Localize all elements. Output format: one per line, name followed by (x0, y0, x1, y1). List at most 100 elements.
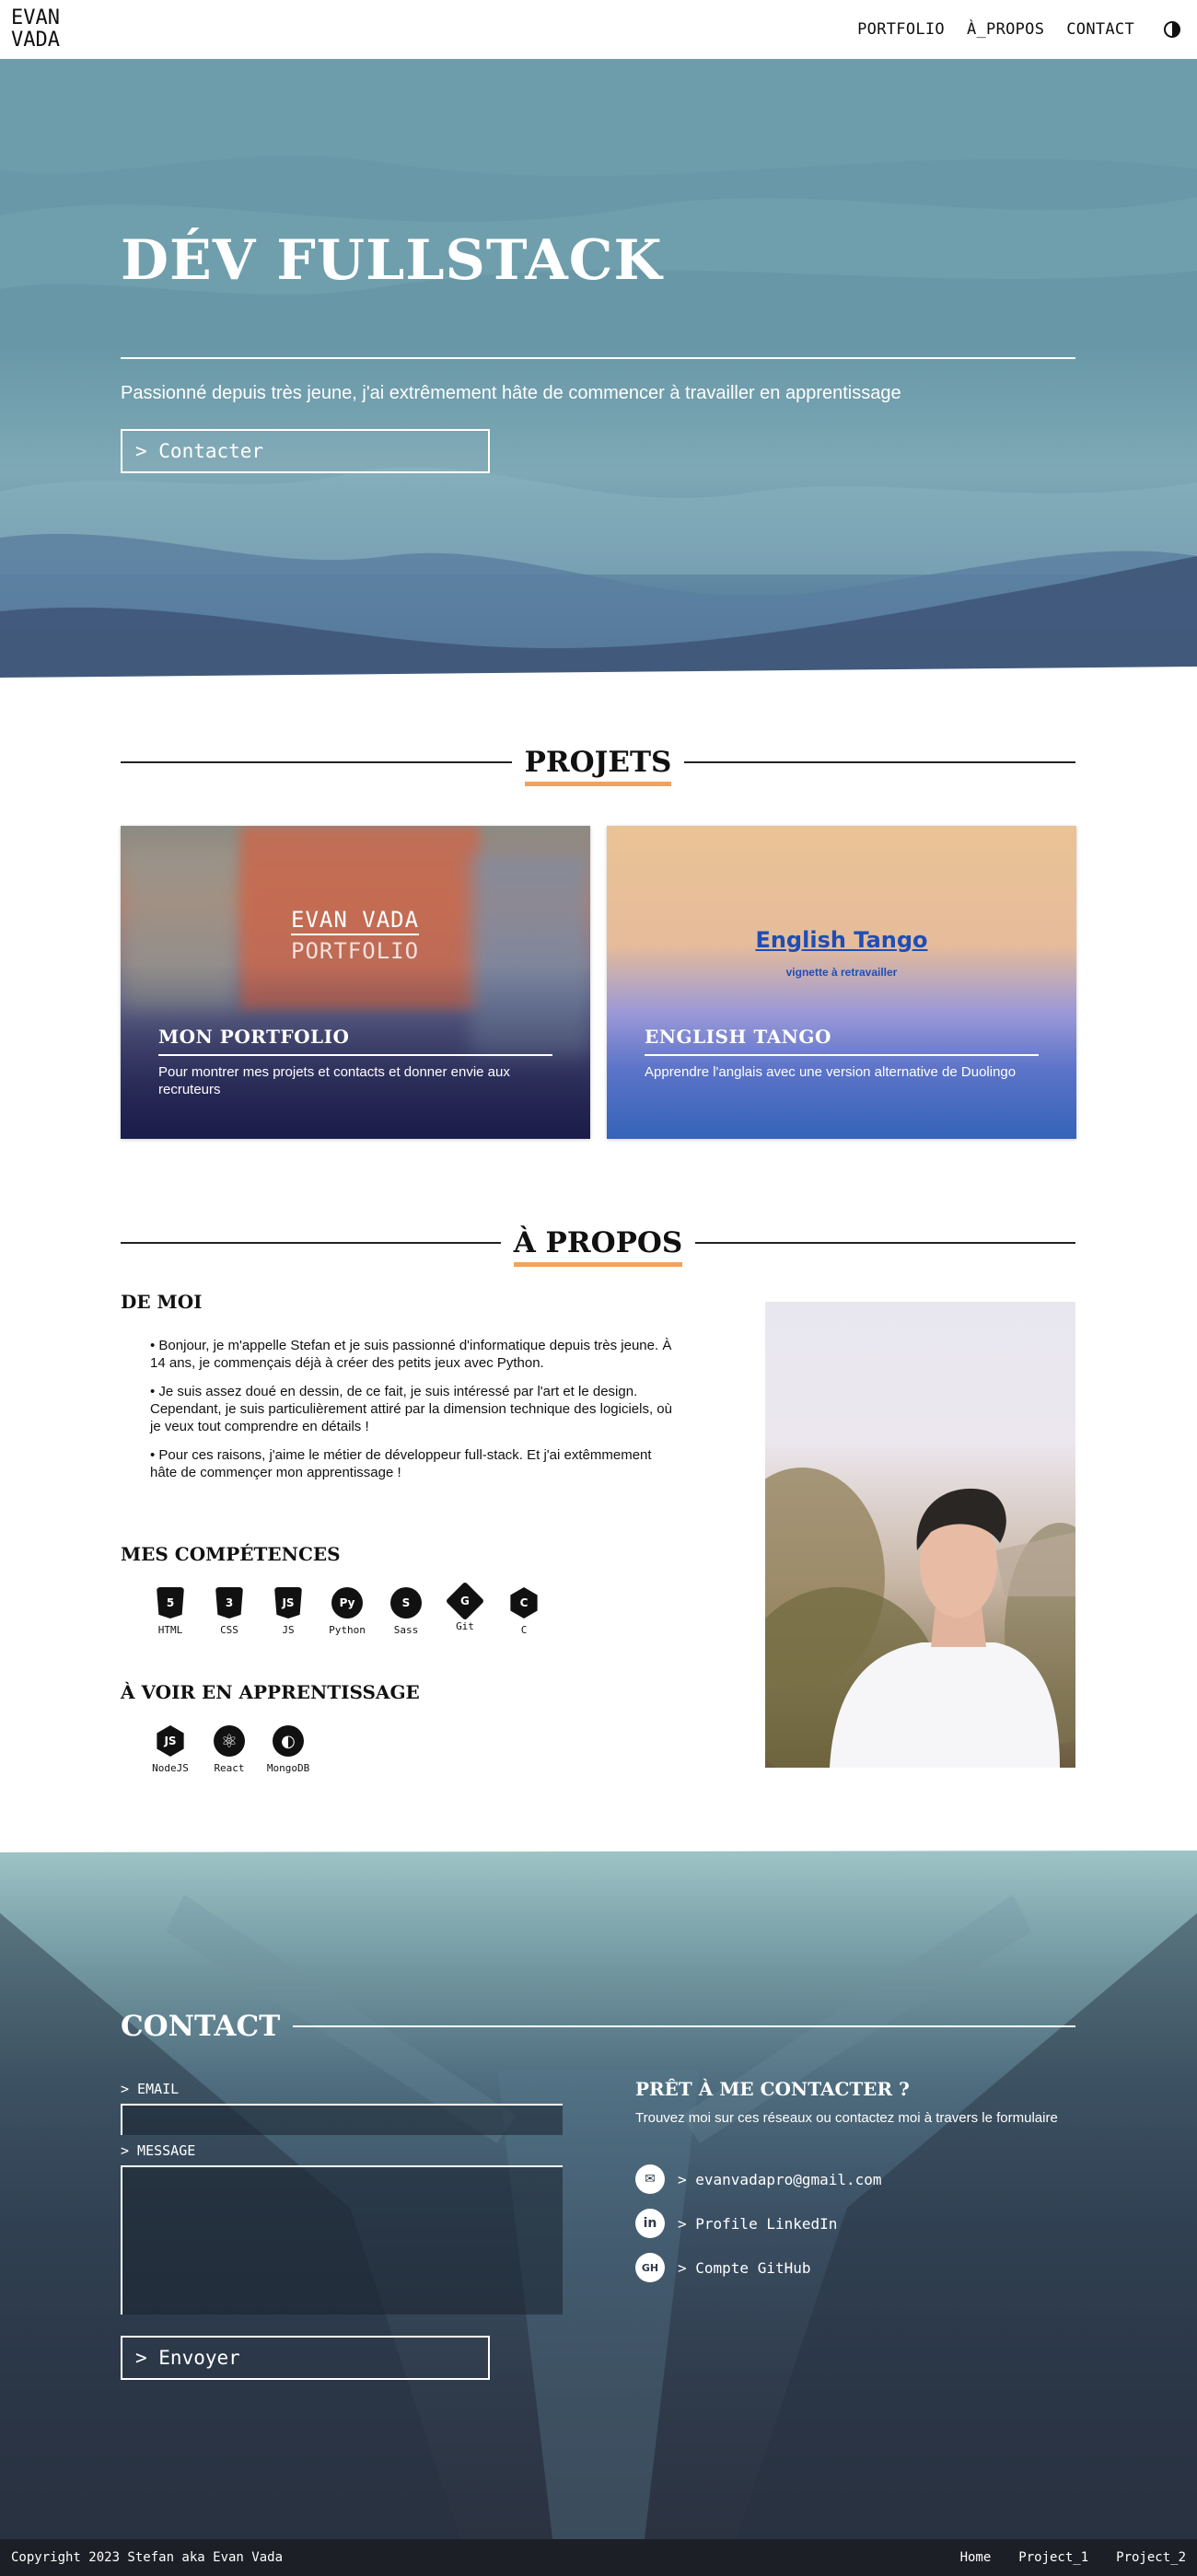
skill-html: 5 HTML (150, 1587, 191, 1636)
nav-a-propos[interactable]: À_PROPOS (967, 20, 1044, 39)
portrait-illustration (765, 1468, 1075, 1768)
email-link[interactable]: ✉ > evanvadapro@gmail.com (635, 2164, 882, 2194)
email-label: > EMAIL (121, 2081, 180, 2097)
portfolio-thumb-brand: EVAN VADA PORTFOLIO (291, 904, 420, 967)
hero-title: DÉV FULLSTACK (121, 228, 663, 293)
nav-portfolio[interactable]: PORTFOLIO (857, 20, 945, 39)
send-button[interactable]: > Envoyer (121, 2336, 490, 2380)
main-nav: PORTFOLIO À_PROPOS CONTACT (857, 20, 1180, 39)
project-card-portfolio[interactable]: EVAN VADA PORTFOLIO MON PORTFOLIO Pour m… (121, 826, 590, 1139)
about-paragraphs: • Bonjour, je m'appelle Stefan et je sui… (150, 1337, 675, 1492)
logo-line-2: VADA (11, 29, 60, 52)
footer-link-project-1[interactable]: Project_1 (1018, 2550, 1088, 2565)
card-shade (121, 964, 590, 1139)
git-glyph: G (460, 1594, 470, 1607)
thumb-subtitle: vignette à retravailler (785, 966, 898, 979)
skill-label: C (520, 1624, 528, 1636)
skill-label: Git (456, 1620, 474, 1632)
skill-js: JS JS (268, 1587, 308, 1636)
logo[interactable]: EVAN VADA (11, 7, 85, 52)
card-title: ENGLISH TANGO (645, 1026, 831, 1048)
email-field[interactable] (121, 2104, 563, 2135)
learning-mongodb: ◐ MongoDB (266, 1725, 310, 1774)
footer-link-project-2[interactable]: Project_2 (1116, 2550, 1186, 2565)
skills-heading: MES COMPÉTENCES (117, 1543, 341, 1568)
skill-label: React (214, 1762, 245, 1774)
card-description: Pour montrer mes projets et contacts et … (158, 1064, 510, 1097)
divider-line (121, 1242, 501, 1244)
card-divider (158, 1054, 552, 1056)
skill-css: 3 CSS (209, 1587, 250, 1636)
about-heading: À PROPOS (121, 1226, 1075, 1267)
linkedin-link[interactable]: in > Profile LinkedIn (635, 2209, 837, 2238)
skill-python: Py Python (327, 1587, 367, 1636)
skills-list: 5 HTML 3 CSS JS JS Py Python S Sass G Git CC (150, 1581, 544, 1636)
divider-line (695, 1242, 1075, 1244)
nodejs-icon: JS (157, 1725, 184, 1757)
skill-label: HTML (157, 1624, 183, 1636)
mountain-background (0, 59, 1197, 696)
nav-contact[interactable]: CONTACT (1066, 20, 1134, 39)
about-paragraph: • Bonjour, je m'appelle Stefan et je sui… (150, 1338, 672, 1371)
copyright: Copyright 2023 Stefan aka Evan Vada (11, 2550, 284, 2565)
message-label: > MESSAGE (121, 2142, 196, 2159)
divider-line (293, 2025, 1075, 2027)
html5-icon: 5 (157, 1587, 184, 1619)
message-field[interactable] (121, 2165, 563, 2315)
footer-link-home[interactable]: Home (960, 2550, 992, 2565)
linkedin-icon: in (635, 2209, 665, 2238)
python-icon: Py (331, 1587, 363, 1619)
thumb-brand-line-1: EVAN VADA (291, 907, 420, 935)
divider-line (684, 761, 1075, 763)
skill-label: JS (282, 1624, 295, 1636)
skill-label: Python (329, 1624, 366, 1636)
about-paragraph: • Pour ces raisons, j'aime le métier de … (150, 1447, 652, 1480)
skill-label: Sass (393, 1624, 419, 1636)
git-icon: G (445, 1581, 485, 1621)
hero-subtitle: Passionné depuis très jeune, j'ai extrêm… (121, 383, 901, 403)
learning-nodejs: JS NodeJS (150, 1725, 191, 1774)
mongodb-icon: ◐ (273, 1725, 304, 1757)
github-link[interactable]: GH > Compte GitHub (635, 2253, 811, 2282)
contact-heading: CONTACT (121, 2010, 1075, 2043)
contrast-icon[interactable] (1164, 21, 1180, 38)
card-divider (645, 1054, 1039, 1056)
about-paragraph: • Je suis assez doué en dessin, de ce fa… (150, 1384, 672, 1434)
css3-icon: 3 (215, 1587, 243, 1619)
about-title: À PROPOS (501, 1226, 696, 1267)
github-icon: GH (635, 2253, 665, 2282)
skill-git: G Git (445, 1581, 485, 1636)
logo-line-1: EVAN (11, 6, 60, 29)
projects-heading: PROJETS (121, 746, 1075, 786)
learning-heading: À VOIR EN APPRENTISSAGE (117, 1681, 420, 1706)
mail-icon: ✉ (635, 2164, 665, 2194)
profile-photo (765, 1302, 1075, 1768)
ready-title: PRÊT À ME CONTACTER ? (635, 2078, 910, 2100)
card-description: Apprendre l'anglais avec une version alt… (645, 1064, 1017, 1080)
hero-divider (121, 357, 1075, 359)
thumb-brand-line-2: PORTFOLIO (291, 938, 420, 964)
contact-cta-button[interactable]: > Contacter (121, 429, 490, 473)
about-me-heading: DE MOI (116, 1291, 203, 1316)
skill-label: MongoDB (266, 1762, 310, 1774)
react-icon: ⚛ (214, 1725, 245, 1757)
site-header: EVAN VADA PORTFOLIO À_PROPOS CONTACT (0, 0, 1197, 59)
learning-list: JS NodeJS ⚛ React ◐ MongoDB (150, 1725, 310, 1774)
skill-label: NodeJS (152, 1762, 189, 1774)
footer-links: Home Project_1 Project_2 (960, 2550, 1186, 2565)
ready-subtitle: Trouvez moi sur ces réseaux ou contactez… (635, 2110, 1058, 2126)
project-card-english-tango[interactable]: English Tango vignette à retravailler EN… (607, 826, 1076, 1139)
javascript-icon: JS (274, 1587, 302, 1619)
skill-c: CC (504, 1587, 544, 1636)
contact-title: CONTACT (121, 2010, 281, 2043)
learning-react: ⚛ React (209, 1725, 250, 1774)
c-icon: C (510, 1587, 538, 1619)
sass-icon: S (390, 1587, 422, 1619)
thumb-title: English Tango (755, 927, 928, 953)
skill-label: CSS (220, 1624, 238, 1636)
hero-section: DÉV FULLSTACK Passionné depuis très jeun… (0, 59, 1197, 696)
projects-title: PROJETS (512, 746, 685, 786)
site-footer: Copyright 2023 Stefan aka Evan Vada Home… (0, 2539, 1197, 2576)
card-title: MON PORTFOLIO (158, 1026, 350, 1048)
linkedin-link-label: > Profile LinkedIn (678, 2214, 838, 2233)
